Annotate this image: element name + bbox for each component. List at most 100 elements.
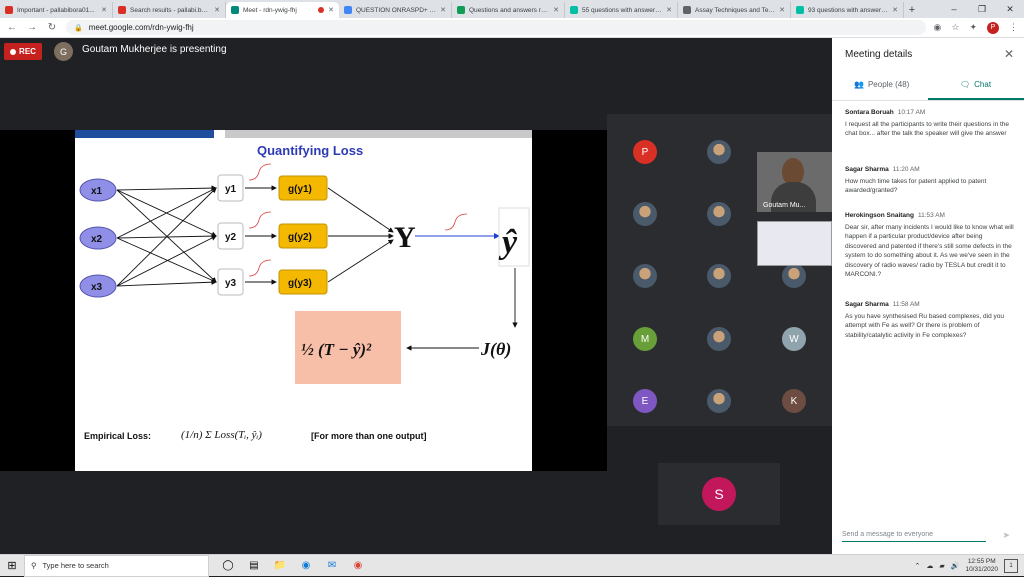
clock[interactable]: 12:55 PM 10/31/2020 (965, 558, 998, 574)
file-explorer-icon[interactable]: 📁 (273, 559, 287, 573)
chrome-icon[interactable]: ◉ (351, 559, 365, 573)
cloud-icon[interactable]: ☁ (926, 562, 933, 570)
tab-title: 55 questions with answers... (582, 6, 663, 14)
notification-icon[interactable]: 1 (1004, 559, 1018, 573)
network-icon[interactable]: ▰ (939, 562, 944, 570)
neural-network-diagram: x1 x2 x3 y1 y2 y3 g(y1) g(y2) g(y3) Y ŷ … (79, 163, 530, 441)
tab-favicon-icon (683, 6, 691, 14)
message-text: How much time takes for patent applied t… (845, 177, 987, 195)
restore-icon[interactable]: ❐ (968, 0, 996, 18)
camera-icon[interactable]: ◉ (934, 22, 942, 33)
tab-title: Meet - rdn-ywig-fhj (243, 6, 297, 14)
bookmark-star-icon[interactable]: ☆ (951, 22, 959, 33)
cortana-icon[interactable]: ◯ (221, 559, 235, 573)
browser-tabbar: Important - pallabibora01... ✕ Search resu… (0, 0, 1024, 18)
message-sender: Sontara Boruah (845, 109, 894, 116)
participant-avatar (707, 264, 731, 288)
send-icon[interactable]: ➤ (1002, 530, 1010, 541)
loss-expression: ½ (T − ŷ)² (301, 340, 372, 359)
close-tab-icon[interactable]: ✕ (440, 6, 446, 14)
extensions-icon[interactable]: ✦ (969, 22, 977, 33)
mail-icon[interactable]: ✉ (325, 559, 339, 573)
volume-icon[interactable]: 🔊 (951, 562, 960, 570)
browser-tab[interactable]: Search results - pallabi.bo... ✕ (113, 2, 226, 18)
browser-tab[interactable]: 55 questions with answers... ✕ (565, 2, 678, 18)
chat-message: Herokingson Snaitang 11:53 AM Dear sir, a… (845, 211, 1015, 280)
participant-avatar: P (633, 140, 657, 164)
browser-tab[interactable]: Assay Techniques and Test... ✕ (678, 2, 791, 18)
url-input[interactable]: 🔒 meet.google.com/rdn-ywig-fhj (66, 20, 926, 35)
screen-share-thumbnail[interactable] (757, 221, 832, 266)
back-icon[interactable]: ← (6, 22, 18, 33)
taskbar-search-placeholder: Type here to search (42, 561, 109, 570)
participant-tile-bottom: S (658, 463, 780, 525)
participant-avatar (633, 202, 657, 226)
close-tab-icon[interactable]: ✕ (553, 6, 559, 14)
windows-start-icon[interactable]: ⊞ (0, 559, 24, 572)
participant-avatar: W (782, 327, 806, 351)
menu-dots-icon[interactable]: ⋮ (1009, 22, 1018, 33)
tab-title: Important - pallabibora01... (17, 6, 95, 14)
message-time: 11:58 AM (892, 301, 920, 308)
message-time: 10:17 AM (897, 109, 926, 116)
forward-icon[interactable]: → (26, 22, 38, 33)
profile-avatar[interactable]: P (987, 21, 999, 34)
url-text: meet.google.com/rdn-ywig-fhj (88, 23, 194, 32)
participant-avatar: E (633, 389, 657, 413)
input-label: x2 (91, 234, 103, 245)
participant-avatar (707, 327, 731, 351)
browser-tab[interactable]: Questions and answers reg... ✕ (452, 2, 565, 18)
reload-icon[interactable]: ↻ (46, 22, 58, 33)
chat-message-input[interactable]: Send a message to everyone (842, 528, 986, 542)
participant-avatar (633, 264, 657, 288)
new-tab-button[interactable]: + (904, 2, 920, 18)
participant-avatar (782, 264, 806, 288)
hidden-label: y2 (225, 232, 237, 243)
close-window-icon[interactable]: ✕ (996, 0, 1024, 18)
browser-tab[interactable]: Meet - rdn-ywig-fhj ✕ (226, 2, 339, 18)
address-bar: ← → ↻ 🔒 meet.google.com/rdn-ywig-fhj ◉ ☆… (0, 18, 1024, 38)
recording-badge: REC (4, 43, 42, 60)
activation-label: g(y1) (288, 184, 312, 195)
tab-favicon-icon (118, 6, 126, 14)
close-tab-icon[interactable]: ✕ (892, 6, 898, 14)
browser-tab[interactable]: Important - pallabibora01... ✕ (0, 2, 113, 18)
tab-favicon-icon (570, 6, 578, 14)
minimize-icon[interactable]: – (940, 0, 968, 18)
activation-label: g(y3) (288, 278, 312, 289)
objective-function: J(θ) (480, 339, 511, 360)
close-tab-icon[interactable]: ✕ (328, 6, 334, 14)
tab-people-label: People (48) (867, 80, 910, 89)
edge-icon[interactable]: ◉ (299, 559, 313, 573)
tray-chevron-icon[interactable]: ⌃ (914, 562, 920, 570)
input-label: x1 (91, 186, 103, 197)
close-tab-icon[interactable]: ✕ (214, 6, 220, 14)
close-tab-icon[interactable]: ✕ (666, 6, 672, 14)
browser-tab[interactable]: 93 questions with answers... ✕ (791, 2, 904, 18)
taskbar-search-input[interactable]: ⚲ Type here to search (24, 554, 209, 577)
tab-chat[interactable]: 🗨 Chat (960, 80, 991, 89)
speaker-video-tile[interactable]: Goutam Mu... (757, 152, 832, 212)
recording-dot-icon (318, 7, 325, 13)
message-sender: Sagar Sharma (845, 166, 889, 173)
tab-people[interactable]: 👥 People (48) (854, 80, 909, 89)
speaker-name: Goutam Mu... (763, 202, 806, 209)
presenting-text: Goutam Mukherjee is presenting (82, 44, 227, 55)
browser-tab[interactable]: QUESTION ONRASPD+ in ... ✕ (339, 2, 452, 18)
tab-chat-label: Chat (974, 80, 992, 89)
close-tab-icon[interactable]: ✕ (101, 6, 107, 14)
message-text: As you have synthesised Ru based complex… (845, 312, 1004, 339)
record-dot-icon (10, 48, 17, 55)
chat-message: Sagar Sharma 11:20 AM How much time takes… (845, 165, 1015, 196)
message-text: I request all the participants to write … (845, 120, 1010, 138)
message-sender: Sagar Sharma (845, 301, 889, 308)
close-icon[interactable]: ✕ (1004, 47, 1014, 61)
chat-message: Sagar Sharma 11:58 AM As you have synthes… (845, 300, 1015, 340)
task-view-icon[interactable]: ▤ (247, 559, 261, 573)
message-time: 11:53 AM (917, 212, 945, 219)
window-controls: – ❐ ✕ (940, 0, 1024, 18)
chat-message: Sontara Boruah 10:17 AM I request all the… (845, 108, 1015, 139)
tab-title: Search results - pallabi.bo... (130, 6, 211, 14)
close-tab-icon[interactable]: ✕ (779, 6, 785, 14)
system-tray: ⌃ ☁ ▰ 🔊 12:55 PM 10/31/2020 1 (914, 555, 1024, 577)
